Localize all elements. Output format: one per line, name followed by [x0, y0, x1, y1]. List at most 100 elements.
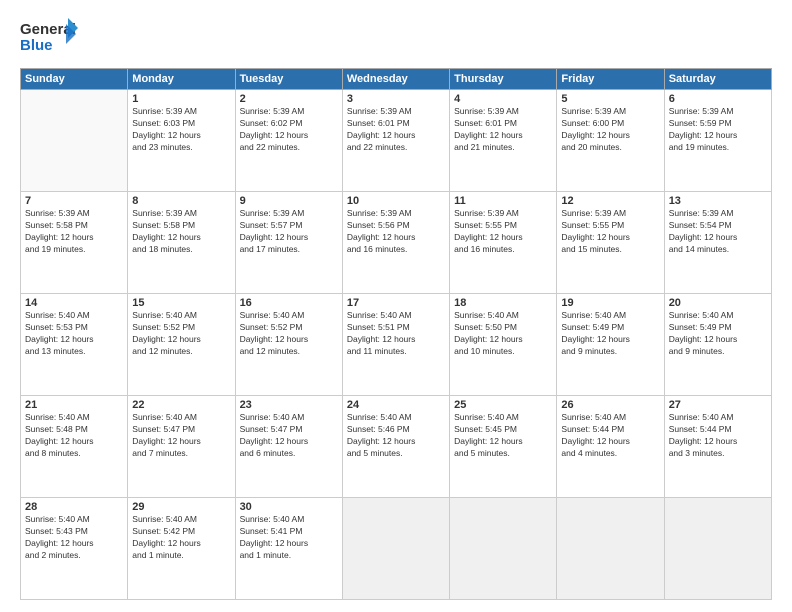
page: GeneralBlue SundayMondayTuesdayWednesday… [0, 0, 792, 612]
calendar-day-cell: 27Sunrise: 5:40 AM Sunset: 5:44 PM Dayli… [664, 396, 771, 498]
day-info: Sunrise: 5:40 AM Sunset: 5:47 PM Dayligh… [132, 412, 230, 460]
day-number: 17 [347, 297, 445, 309]
calendar-day-cell: 15Sunrise: 5:40 AM Sunset: 5:52 PM Dayli… [128, 294, 235, 396]
day-number: 2 [240, 93, 338, 105]
day-number: 20 [669, 297, 767, 309]
day-info: Sunrise: 5:39 AM Sunset: 6:03 PM Dayligh… [132, 106, 230, 154]
day-number: 28 [25, 501, 123, 513]
day-number: 6 [669, 93, 767, 105]
day-info: Sunrise: 5:40 AM Sunset: 5:53 PM Dayligh… [25, 310, 123, 358]
day-info: Sunrise: 5:40 AM Sunset: 5:49 PM Dayligh… [561, 310, 659, 358]
day-number: 24 [347, 399, 445, 411]
day-number: 27 [669, 399, 767, 411]
day-number: 12 [561, 195, 659, 207]
header: GeneralBlue [20, 16, 772, 60]
calendar-week-row: 7 Sunrise: 5:39 AM Sunset: 5:58 PM Daylig… [21, 192, 772, 294]
day-number: 15 [132, 297, 230, 309]
day-number: 25 [454, 399, 552, 411]
calendar-day-cell: 24Sunrise: 5:40 AM Sunset: 5:46 PM Dayli… [342, 396, 449, 498]
day-number: 13 [669, 195, 767, 207]
calendar-week-row: 1Sunrise: 5:39 AM Sunset: 6:03 PM Daylig… [21, 90, 772, 192]
calendar-day-cell: 9Sunrise: 5:39 AM Sunset: 5:57 PM Daylig… [235, 192, 342, 294]
day-number: 14 [25, 297, 123, 309]
calendar-day-cell: 5Sunrise: 5:39 AM Sunset: 6:00 PM Daylig… [557, 90, 664, 192]
day-info: Sunrise: 5:40 AM Sunset: 5:43 PM Dayligh… [25, 514, 123, 562]
day-info: Sunrise: 5:39 AM Sunset: 6:00 PM Dayligh… [561, 106, 659, 154]
day-number: 3 [347, 93, 445, 105]
calendar-day-cell: 25Sunrise: 5:40 AM Sunset: 5:45 PM Dayli… [450, 396, 557, 498]
day-number: 4 [454, 93, 552, 105]
calendar-day-cell: 1Sunrise: 5:39 AM Sunset: 6:03 PM Daylig… [128, 90, 235, 192]
weekday-header-friday: Friday [557, 69, 664, 90]
day-number: 22 [132, 399, 230, 411]
calendar-week-row: 28Sunrise: 5:40 AM Sunset: 5:43 PM Dayli… [21, 498, 772, 600]
day-info: Sunrise: 5:39 AM Sunset: 5:57 PM Dayligh… [240, 208, 338, 256]
calendar-day-cell: 12Sunrise: 5:39 AM Sunset: 5:55 PM Dayli… [557, 192, 664, 294]
calendar-day-cell: 21Sunrise: 5:40 AM Sunset: 5:48 PM Dayli… [21, 396, 128, 498]
calendar-day-cell: 26Sunrise: 5:40 AM Sunset: 5:44 PM Dayli… [557, 396, 664, 498]
calendar-day-cell: 2Sunrise: 5:39 AM Sunset: 6:02 PM Daylig… [235, 90, 342, 192]
day-info: Sunrise: 5:39 AM Sunset: 5:56 PM Dayligh… [347, 208, 445, 256]
day-info: Sunrise: 5:40 AM Sunset: 5:42 PM Dayligh… [132, 514, 230, 562]
day-number: 11 [454, 195, 552, 207]
day-info: Sunrise: 5:40 AM Sunset: 5:48 PM Dayligh… [25, 412, 123, 460]
day-info: Sunrise: 5:39 AM Sunset: 5:55 PM Dayligh… [454, 208, 552, 256]
calendar-day-cell: 6Sunrise: 5:39 AM Sunset: 5:59 PM Daylig… [664, 90, 771, 192]
calendar-day-cell: 20Sunrise: 5:40 AM Sunset: 5:49 PM Dayli… [664, 294, 771, 396]
day-number: 23 [240, 399, 338, 411]
day-info: Sunrise: 5:39 AM Sunset: 6:02 PM Dayligh… [240, 106, 338, 154]
day-info: Sunrise: 5:40 AM Sunset: 5:51 PM Dayligh… [347, 310, 445, 358]
day-number: 26 [561, 399, 659, 411]
day-info: Sunrise: 5:40 AM Sunset: 5:47 PM Dayligh… [240, 412, 338, 460]
calendar-day-cell [21, 90, 128, 192]
calendar-table: SundayMondayTuesdayWednesdayThursdayFrid… [20, 68, 772, 600]
day-info: Sunrise: 5:39 AM Sunset: 5:58 PM Dayligh… [132, 208, 230, 256]
logo: GeneralBlue [20, 16, 80, 60]
day-info: Sunrise: 5:40 AM Sunset: 5:49 PM Dayligh… [669, 310, 767, 358]
day-number: 30 [240, 501, 338, 513]
calendar-day-cell: 30Sunrise: 5:40 AM Sunset: 5:41 PM Dayli… [235, 498, 342, 600]
weekday-header-sunday: Sunday [21, 69, 128, 90]
day-number: 18 [454, 297, 552, 309]
calendar-day-cell: 16Sunrise: 5:40 AM Sunset: 5:52 PM Dayli… [235, 294, 342, 396]
calendar-day-cell: 14Sunrise: 5:40 AM Sunset: 5:53 PM Dayli… [21, 294, 128, 396]
day-number: 1 [132, 93, 230, 105]
calendar-day-cell: 19Sunrise: 5:40 AM Sunset: 5:49 PM Dayli… [557, 294, 664, 396]
calendar-day-cell: 3Sunrise: 5:39 AM Sunset: 6:01 PM Daylig… [342, 90, 449, 192]
calendar-day-cell: 10Sunrise: 5:39 AM Sunset: 5:56 PM Dayli… [342, 192, 449, 294]
calendar-day-cell: 18Sunrise: 5:40 AM Sunset: 5:50 PM Dayli… [450, 294, 557, 396]
logo-svg: GeneralBlue [20, 16, 80, 60]
weekday-header-thursday: Thursday [450, 69, 557, 90]
calendar-day-cell [664, 498, 771, 600]
calendar-week-row: 14Sunrise: 5:40 AM Sunset: 5:53 PM Dayli… [21, 294, 772, 396]
weekday-header-monday: Monday [128, 69, 235, 90]
day-info: Sunrise: 5:39 AM Sunset: 6:01 PM Dayligh… [454, 106, 552, 154]
calendar-day-cell: 13Sunrise: 5:39 AM Sunset: 5:54 PM Dayli… [664, 192, 771, 294]
day-info: Sunrise: 5:40 AM Sunset: 5:46 PM Dayligh… [347, 412, 445, 460]
day-info: Sunrise: 5:40 AM Sunset: 5:50 PM Dayligh… [454, 310, 552, 358]
day-info: Sunrise: 5:40 AM Sunset: 5:44 PM Dayligh… [669, 412, 767, 460]
day-number: 19 [561, 297, 659, 309]
day-info: Sunrise: 5:40 AM Sunset: 5:52 PM Dayligh… [240, 310, 338, 358]
calendar-day-cell: 7Sunrise: 5:39 AM Sunset: 5:58 PM Daylig… [21, 192, 128, 294]
calendar-day-cell: 17Sunrise: 5:40 AM Sunset: 5:51 PM Dayli… [342, 294, 449, 396]
calendar-day-cell: 28Sunrise: 5:40 AM Sunset: 5:43 PM Dayli… [21, 498, 128, 600]
calendar-day-cell: 29Sunrise: 5:40 AM Sunset: 5:42 PM Dayli… [128, 498, 235, 600]
calendar-day-cell: 8Sunrise: 5:39 AM Sunset: 5:58 PM Daylig… [128, 192, 235, 294]
day-info: Sunrise: 5:39 AM Sunset: 5:55 PM Dayligh… [561, 208, 659, 256]
day-number: 29 [132, 501, 230, 513]
calendar-day-cell [342, 498, 449, 600]
day-info: Sunrise: 5:39 AM Sunset: 6:01 PM Dayligh… [347, 106, 445, 154]
weekday-header-tuesday: Tuesday [235, 69, 342, 90]
day-number: 7 [25, 195, 123, 207]
day-number: 9 [240, 195, 338, 207]
calendar-day-cell [557, 498, 664, 600]
weekday-header-saturday: Saturday [664, 69, 771, 90]
weekday-header-row: SundayMondayTuesdayWednesdayThursdayFrid… [21, 69, 772, 90]
day-info: Sunrise: 5:40 AM Sunset: 5:45 PM Dayligh… [454, 412, 552, 460]
weekday-header-wednesday: Wednesday [342, 69, 449, 90]
day-info: Sunrise: 5:40 AM Sunset: 5:44 PM Dayligh… [561, 412, 659, 460]
day-number: 16 [240, 297, 338, 309]
calendar-day-cell: 4Sunrise: 5:39 AM Sunset: 6:01 PM Daylig… [450, 90, 557, 192]
calendar-day-cell: 11Sunrise: 5:39 AM Sunset: 5:55 PM Dayli… [450, 192, 557, 294]
